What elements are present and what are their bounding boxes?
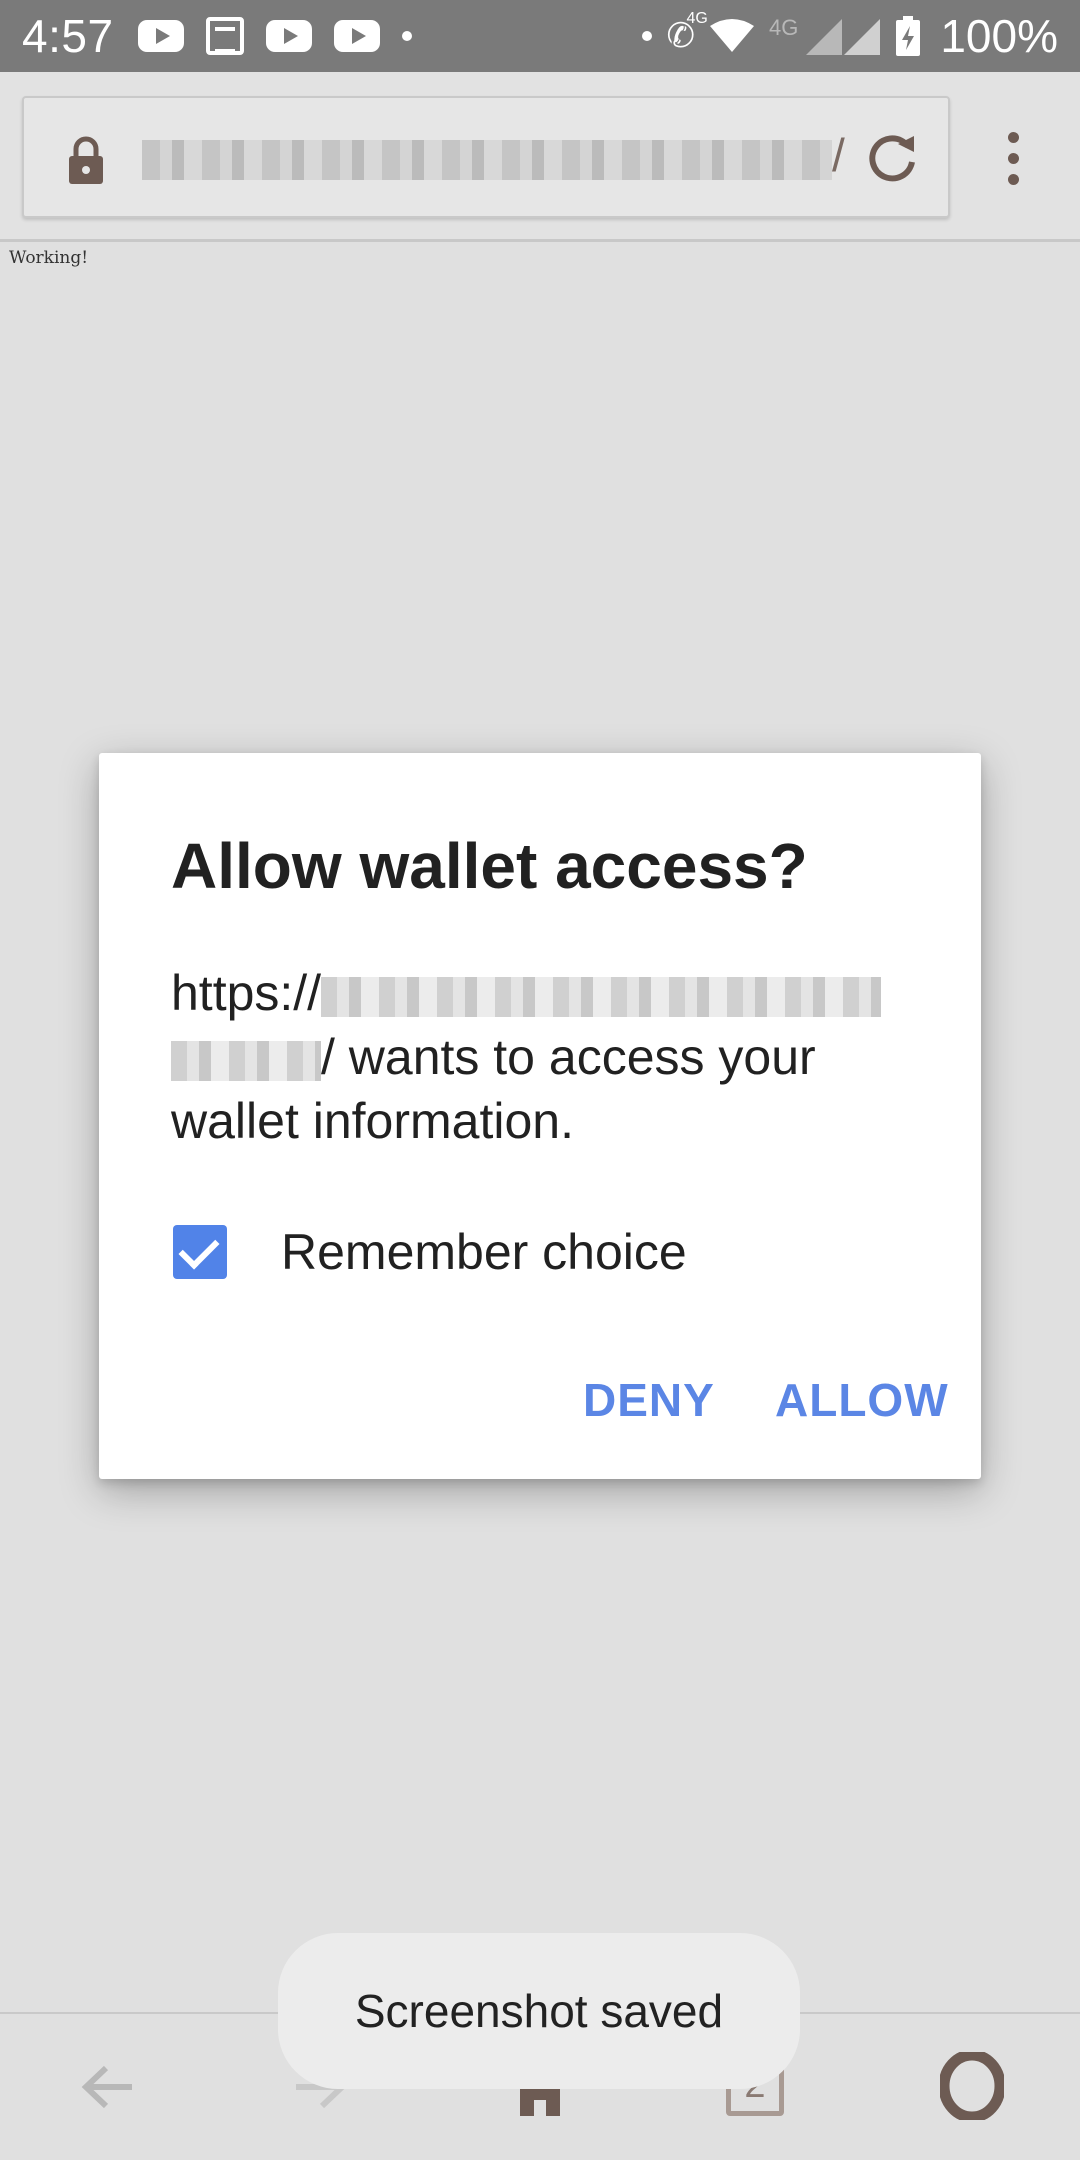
remember-choice-row[interactable]: Remember choice (173, 1223, 687, 1281)
message-url-prefix: https:// (171, 965, 322, 1021)
message-url-blurred (321, 976, 882, 1017)
back-arrow-icon[interactable] (80, 2062, 136, 2112)
deny-button[interactable]: DENY (583, 1373, 715, 1427)
toast-message: Screenshot saved (278, 1933, 800, 2089)
wallet-access-dialog: Allow wallet access? https:/// wants to … (99, 753, 981, 1479)
toast-text: Screenshot saved (354, 1985, 724, 2037)
dialog-title: Allow wallet access? (171, 830, 808, 902)
message-url-blurred (171, 1040, 321, 1081)
remember-choice-label: Remember choice (281, 1224, 687, 1280)
dialog-message: https:/// wants to access your wallet in… (171, 961, 911, 1153)
remember-choice-checkbox[interactable] (173, 1225, 227, 1279)
opera-menu-icon[interactable] (940, 2052, 1004, 2120)
allow-button[interactable]: ALLOW (775, 1373, 949, 1427)
